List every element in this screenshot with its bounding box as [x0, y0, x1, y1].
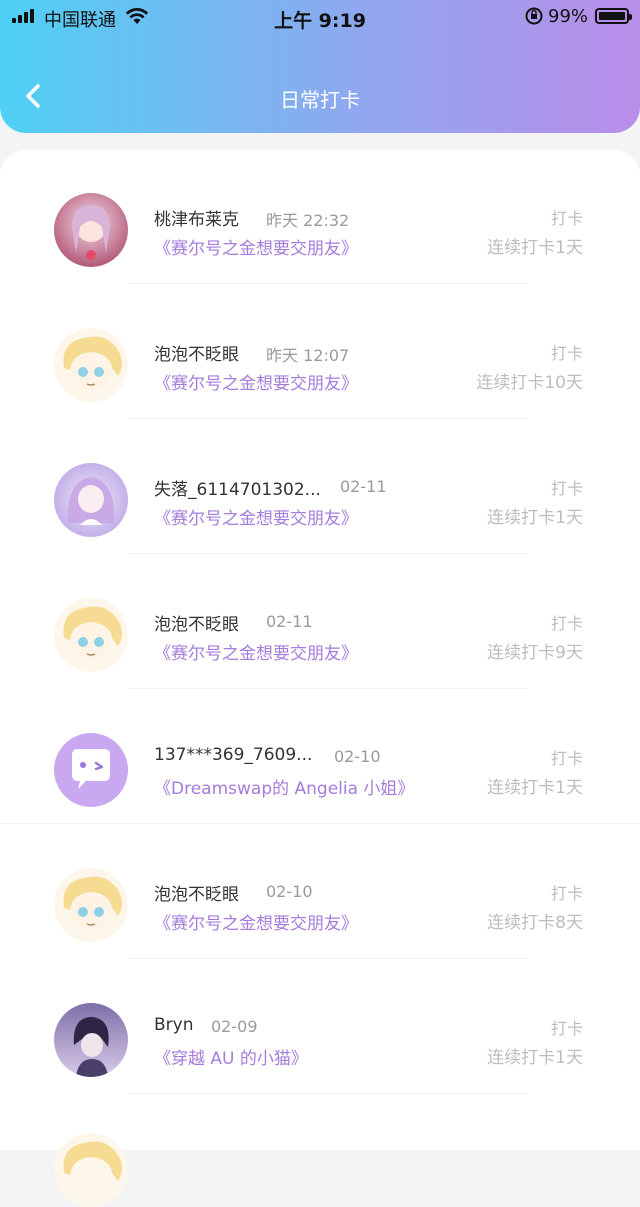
avatar[interactable]	[54, 193, 128, 267]
streak-count: 连续打卡1天	[487, 1048, 583, 1068]
list-item[interactable]: 泡泡不眨眼 02-11 《赛尔号之金想要交朋友》 打卡 连续打卡9天	[0, 555, 640, 689]
book-title[interactable]: 《赛尔号之金想要交朋友》	[154, 504, 358, 529]
punch-label: 打卡	[550, 1019, 583, 1038]
avatar[interactable]	[54, 868, 128, 942]
divider	[0, 823, 640, 824]
divider	[128, 418, 528, 419]
battery-percent: 99%	[548, 6, 589, 27]
punch-label: 打卡	[550, 749, 583, 768]
header-bar: 中国联通 上午 9:19 99% 日常打卡	[0, 0, 640, 133]
post-date: 02-11	[340, 477, 387, 496]
punch-label: 打卡	[550, 479, 583, 498]
checkin-list: 桃津布莱克 昨天 22:32 《赛尔号之金想要交朋友》 打卡 连续打卡1天 泡泡…	[0, 150, 640, 1207]
streak-count: 连续打卡1天	[487, 238, 583, 258]
book-title[interactable]: 《穿越 AU 的小猫》	[154, 1044, 308, 1069]
divider	[128, 553, 528, 554]
user-name: 泡泡不眨眼	[154, 615, 239, 635]
avatar[interactable]	[54, 1133, 128, 1207]
divider	[128, 958, 528, 959]
post-date: 02-11	[266, 612, 313, 631]
punch-label: 打卡	[550, 614, 583, 633]
streak-count: 连续打卡10天	[476, 373, 583, 393]
punch-label: 打卡	[550, 884, 583, 903]
avatar[interactable]	[54, 733, 128, 807]
book-title[interactable]: 《Dreamswap的 Angelia 小姐》	[154, 774, 414, 799]
orientation-lock-icon	[525, 7, 543, 25]
streak-count: 连续打卡1天	[487, 508, 583, 528]
list-item[interactable]: 泡泡不眨眼 昨天 12:07 《赛尔号之金想要交朋友》 打卡 连续打卡10天	[0, 285, 640, 419]
page-title: 日常打卡	[280, 88, 360, 112]
divider	[128, 1093, 528, 1094]
post-date: 02-10	[266, 882, 313, 901]
book-title[interactable]: 《赛尔号之金想要交朋友》	[154, 639, 358, 664]
avatar[interactable]	[54, 463, 128, 537]
post-date: 昨天 22:32	[266, 211, 350, 230]
book-title[interactable]: 《赛尔号之金想要交朋友》	[154, 369, 358, 394]
avatar[interactable]	[54, 1003, 128, 1077]
user-name: Bryn	[154, 1015, 194, 1035]
user-name: 137***369_7609...	[154, 745, 313, 765]
user-name: 泡泡不眨眼	[154, 345, 239, 365]
divider	[128, 688, 528, 689]
user-name: 桃津布莱克	[154, 210, 239, 230]
list-item[interactable]: 泡泡不眨眼 02-10 《赛尔号之金想要交朋友》 打卡 连续打卡8天	[0, 825, 640, 959]
book-title[interactable]: 《赛尔号之金想要交朋友》	[154, 234, 358, 259]
punch-label: 打卡	[550, 344, 583, 363]
streak-count: 连续打卡8天	[487, 913, 583, 933]
user-name: 失落_6114701302...	[154, 480, 321, 500]
list-item[interactable]: Bryn 02-09 《穿越 AU 的小猫》 打卡 连续打卡1天	[0, 960, 640, 1094]
book-title[interactable]: 《赛尔号之金想要交朋友》	[154, 909, 358, 934]
punch-label: 打卡	[550, 209, 583, 228]
list-item[interactable]: 137***369_7609... 02-10 《Dreamswap的 Ange…	[0, 690, 640, 824]
list-item[interactable]: 失落_6114701302... 02-11 《赛尔号之金想要交朋友》 打卡 连…	[0, 420, 640, 554]
status-bar: 中国联通 上午 9:19 99%	[0, 0, 640, 34]
list-item[interactable]: 桃津布莱克 昨天 22:32 《赛尔号之金想要交朋友》 打卡 连续打卡1天	[0, 150, 640, 284]
status-time: 上午 9:19	[274, 10, 366, 32]
streak-count: 连续打卡1天	[487, 778, 583, 798]
avatar[interactable]	[54, 598, 128, 672]
post-date: 02-10	[334, 747, 381, 766]
user-name: 泡泡不眨眼	[154, 885, 239, 905]
battery-icon	[595, 8, 632, 24]
post-date: 02-09	[211, 1017, 258, 1036]
streak-count: 连续打卡9天	[487, 643, 583, 663]
divider	[128, 283, 528, 284]
avatar[interactable]	[54, 328, 128, 402]
post-date: 昨天 12:07	[266, 346, 350, 365]
